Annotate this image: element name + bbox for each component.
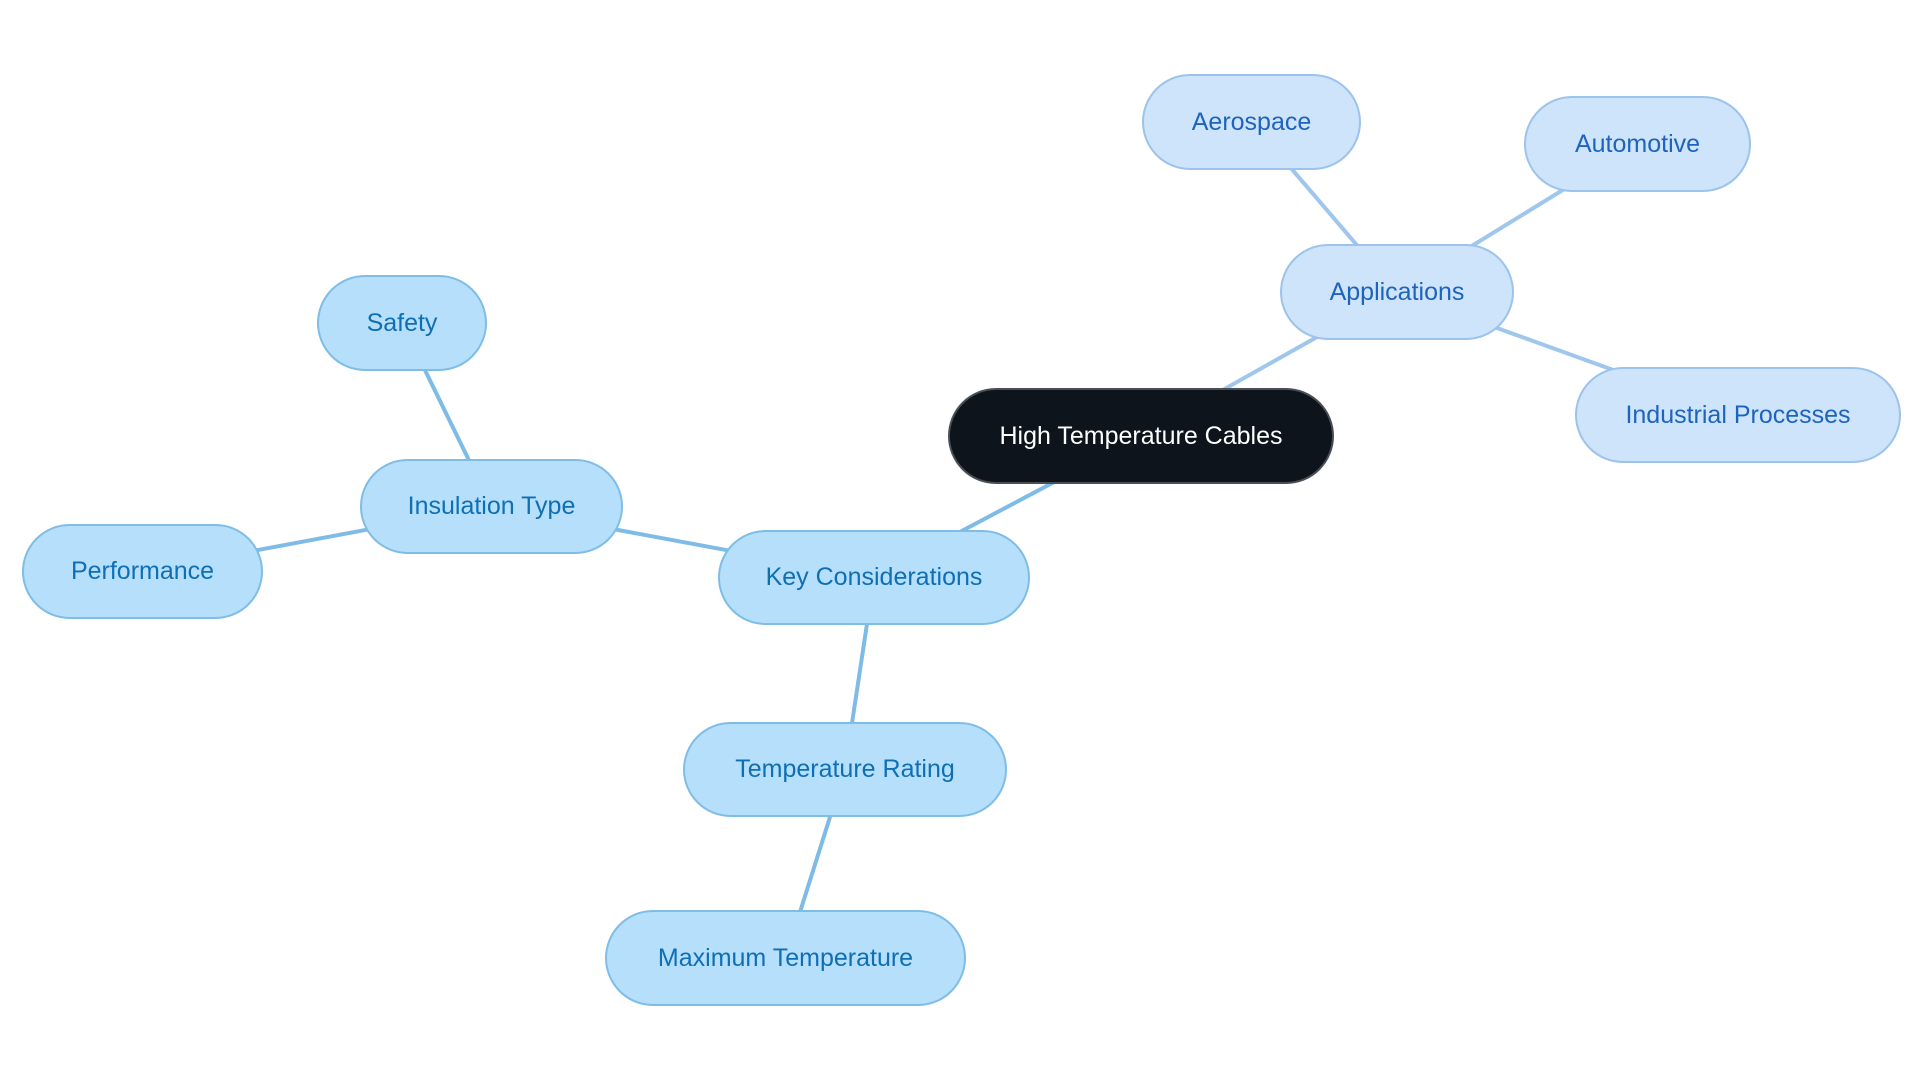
node-label: Key Considerations: [765, 563, 983, 591]
node-maximum-temperature[interactable]: Maximum Temperature: [605, 910, 966, 1006]
node-label: Performance: [70, 557, 215, 585]
node-insulation-type[interactable]: Insulation Type: [360, 459, 623, 554]
node-industrial-processes[interactable]: Industrial Processes: [1575, 367, 1901, 463]
node-label: Applications: [1329, 277, 1465, 306]
node-label: Automotive: [1574, 129, 1701, 158]
node-label: Maximum Temperature: [657, 943, 914, 972]
node-applications[interactable]: Applications: [1280, 244, 1514, 340]
node-safety[interactable]: Safety: [317, 275, 487, 371]
node-key-considerations[interactable]: Key Considerations: [718, 530, 1030, 625]
node-label: Industrial Processes: [1625, 400, 1851, 429]
node-performance[interactable]: Performance: [22, 524, 263, 619]
node-label: Insulation Type: [407, 492, 576, 520]
node-label: Aerospace: [1191, 107, 1312, 136]
node-label: Safety: [366, 308, 438, 337]
node-label: Temperature Rating: [735, 755, 955, 783]
node-temperature-rating[interactable]: Temperature Rating: [683, 722, 1007, 817]
node-aerospace[interactable]: Aerospace: [1142, 74, 1361, 170]
node-label: High Temperature Cables: [999, 421, 1283, 450]
root-node-high-temperature-cables[interactable]: High Temperature Cables: [948, 388, 1334, 484]
node-automotive[interactable]: Automotive: [1524, 96, 1751, 192]
